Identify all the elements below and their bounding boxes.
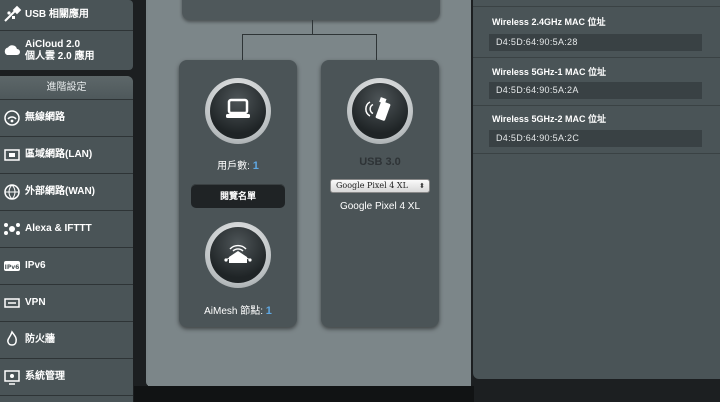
sidebar-general-section: USB 相關應用 AiCloud 2.0 個人雲 2.0 應用	[0, 0, 133, 70]
aicloud-label-line2: 個人雲 2.0 應用	[25, 50, 95, 62]
usb-card: USB 3.0 Google Pixel 4 XL ⬍ Google Pixel…	[321, 60, 439, 327]
sidebar-item-aicloud[interactable]: AiCloud 2.0 個人雲 2.0 應用	[0, 31, 133, 70]
aimesh-button[interactable]	[205, 222, 271, 288]
sidebar-item-alexa[interactable]: Alexa & IFTTT	[0, 211, 133, 248]
router-status-box[interactable]	[182, 0, 440, 20]
footer-strip	[134, 386, 474, 402]
network-map-area: 用戶數: 1 閱覽名單 AiMesh 節點: 1 USB 3.0 Google …	[146, 0, 471, 386]
usb-device-select-value: Google Pixel 4 XL	[336, 181, 408, 190]
lan-icon	[1, 144, 23, 166]
usb-device-name: Google Pixel 4 XL	[339, 201, 421, 212]
sidebar-item-label: 系統管理	[25, 371, 65, 382]
firewall-icon	[1, 329, 23, 351]
vpn-icon	[1, 292, 23, 314]
status-panel: Wireless 2.4GHz MAC 位址 D4:5D:64:90:5A:28…	[473, 0, 720, 379]
mac-5ghz2-title: Wireless 5GHz-2 MAC 位址	[492, 114, 606, 124]
aimesh-label: AiMesh 節點:	[204, 306, 263, 317]
sidebar-item-label: AiCloud 2.0 個人雲 2.0 應用	[25, 39, 94, 63]
sidebar-item-admin[interactable]: 系統管理	[0, 359, 133, 396]
usb-device-button[interactable]	[347, 78, 413, 144]
aimesh-count-row: AiMesh 節點: 1	[179, 302, 297, 317]
clients-label: 用戶數:	[217, 161, 250, 172]
mac-24ghz-value: D4:5D:64:90:5A:28	[489, 34, 702, 51]
ipv6-icon: IPv6	[1, 255, 23, 277]
clients-card: 用戶數: 1 閱覽名單 AiMesh 節點: 1	[179, 60, 297, 327]
sidebar-item-lan[interactable]: 區域網路(LAN)	[0, 137, 133, 174]
sidebar-item-label: 外部網路(WAN)	[25, 186, 95, 197]
mac-5ghz1-value: D4:5D:64:90:5A:2A	[489, 82, 702, 99]
clients-count: 1	[252, 160, 259, 172]
svg-text:IPv6: IPv6	[5, 264, 20, 271]
sidebar-advanced-header: 進階設定	[0, 76, 133, 100]
sidebar-item-usb-app[interactable]: USB 相關應用	[0, 0, 133, 31]
sidebar-item-label: 防火牆	[25, 334, 55, 345]
divider	[473, 57, 720, 58]
sidebar-item-label: VPN	[25, 297, 46, 308]
usb-app-icon	[1, 4, 23, 26]
sidebar-item-label: 區域網路(LAN)	[25, 149, 93, 160]
mac-5ghz2-value: D4:5D:64:90:5A:2C	[489, 130, 702, 147]
connector-line	[242, 34, 243, 60]
view-list-button[interactable]: 閱覽名單	[191, 184, 285, 208]
sidebar-item-label: IPv6	[25, 260, 46, 271]
admin-icon	[1, 366, 23, 388]
computer-icon	[223, 94, 253, 129]
chevron-updown-icon: ⬍	[419, 182, 425, 190]
sidebar-item-wireless[interactable]: 無線網路	[0, 100, 133, 137]
clients-count-row: 用戶數: 1	[179, 157, 297, 172]
sidebar-item-vpn[interactable]: VPN	[0, 285, 133, 322]
usb-port-title: USB 3.0	[359, 156, 401, 168]
sidebar-item-ipv6[interactable]: IPv6 IPv6	[0, 248, 133, 285]
wireless-icon	[1, 107, 23, 129]
aimesh-count: 1	[265, 305, 272, 317]
divider	[473, 105, 720, 106]
divider	[473, 153, 720, 154]
sidebar-item-label: 無線網路	[25, 112, 65, 123]
sidebar-item-wan[interactable]: 外部網路(WAN)	[0, 174, 133, 211]
sidebar: USB 相關應用 AiCloud 2.0 個人雲 2.0 應用 進階設定 無線網…	[0, 0, 134, 402]
usb-device-icon	[363, 92, 397, 131]
mac-24ghz-title: Wireless 2.4GHz MAC 位址	[492, 17, 606, 27]
sidebar-item-firewall[interactable]: 防火牆	[0, 322, 133, 359]
alexa-icon	[1, 218, 23, 240]
sidebar-advanced-section: 進階設定 無線網路 區域網路(LAN) 外部網路(WAN) Alexa & IF…	[0, 76, 133, 402]
sidebar-item-label: Alexa & IFTTT	[25, 223, 92, 234]
network-map-canvas: 用戶數: 1 閱覽名單 AiMesh 節點: 1 USB 3.0 Google …	[148, 0, 471, 386]
wan-icon	[1, 181, 23, 203]
divider	[473, 6, 720, 7]
mac-5ghz1-title: Wireless 5GHz-1 MAC 位址	[492, 67, 606, 77]
aimesh-node-icon	[221, 236, 255, 275]
connector-line	[376, 34, 377, 60]
cloud-icon	[1, 40, 23, 62]
aicloud-label-line1: AiCloud 2.0	[25, 38, 81, 50]
clients-button[interactable]	[205, 78, 271, 144]
usb-device-select[interactable]: Google Pixel 4 XL ⬍	[330, 179, 430, 193]
connector-line	[242, 34, 377, 35]
sidebar-item-label: USB 相關應用	[25, 9, 89, 20]
connector-line	[312, 20, 313, 34]
